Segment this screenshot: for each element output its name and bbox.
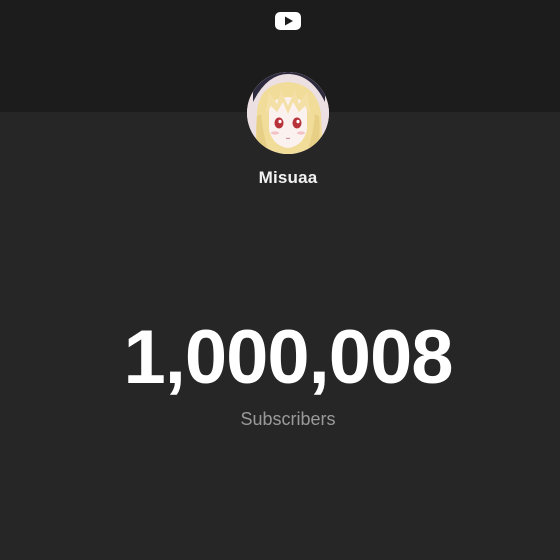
- channel-avatar[interactable]: [247, 72, 329, 154]
- subscriber-count-page: Misuaa 1,000,008 Subscribers: [0, 0, 560, 560]
- channel-name[interactable]: Misuaa: [0, 168, 560, 188]
- subscriber-label: Subscribers: [240, 409, 336, 429]
- subscriber-count: 1,000,008: [123, 315, 453, 400]
- youtube-logo-icon[interactable]: [275, 12, 301, 30]
